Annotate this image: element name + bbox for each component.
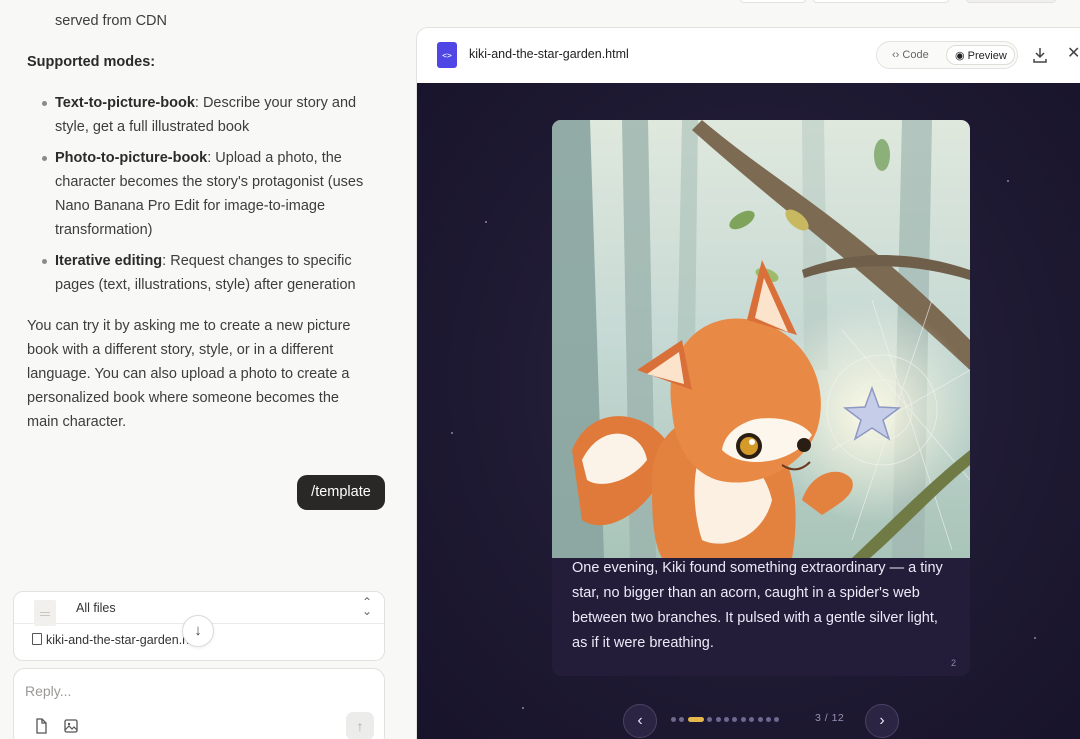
mode-item-3-line1: Iterative editing: Request changes to sp… bbox=[55, 253, 352, 269]
book-page: One evening, Kiki found something extrao… bbox=[552, 120, 970, 676]
toolbar-button[interactable] bbox=[813, 0, 949, 3]
message-text: served from CDN bbox=[55, 13, 167, 29]
story-text: One evening, Kiki found something extrao… bbox=[572, 556, 956, 656]
artifact-filename: kiki-and-the-star-garden.html bbox=[469, 47, 629, 61]
close-icon[interactable]: ✕ bbox=[1067, 43, 1080, 63]
reply-composer: Reply... bbox=[13, 668, 385, 739]
paragraph-line: main character. bbox=[27, 414, 127, 430]
tab-preview[interactable]: ◉ Preview bbox=[946, 45, 1015, 65]
page-dot-active[interactable] bbox=[687, 717, 704, 722]
eye-icon: ◉ bbox=[955, 50, 965, 62]
mode-item-3-line2: pages (text, illustrations, style) after… bbox=[55, 277, 356, 293]
artifact-preview-panel: <> kiki-and-the-star-garden.html ‹› Code… bbox=[416, 27, 1080, 739]
page-dot[interactable] bbox=[724, 717, 729, 722]
user-message-bubble: /template bbox=[297, 475, 385, 510]
page-illustration bbox=[552, 120, 970, 558]
page-dot[interactable] bbox=[749, 717, 755, 722]
page-dot[interactable] bbox=[715, 717, 721, 722]
expand-collapse-icon[interactable]: ⌃ ⌄ bbox=[362, 596, 372, 617]
page-number: 2 bbox=[950, 658, 956, 668]
background-star bbox=[485, 221, 487, 223]
background-star bbox=[1007, 180, 1009, 182]
attach-image-icon[interactable] bbox=[62, 717, 80, 735]
bullet bbox=[42, 259, 47, 264]
page-dot[interactable] bbox=[732, 717, 738, 722]
paragraph-line: personalized book where someone becomes … bbox=[27, 390, 339, 406]
page-dot[interactable] bbox=[740, 717, 746, 722]
story-line: One evening, Kiki found something extrao… bbox=[572, 560, 943, 576]
send-button[interactable]: ↑ bbox=[346, 712, 374, 739]
page-dot[interactable] bbox=[757, 717, 763, 722]
mode-item-1-line2: style, get a full illustrated book bbox=[55, 119, 250, 135]
bullet bbox=[42, 101, 47, 106]
attach-file-icon[interactable] bbox=[32, 717, 50, 735]
page-dot[interactable] bbox=[774, 717, 780, 722]
next-page-button[interactable]: › bbox=[865, 704, 899, 738]
download-icon[interactable] bbox=[1030, 45, 1050, 65]
html-file-icon: <> bbox=[437, 42, 457, 68]
preview-header: <> kiki-and-the-star-garden.html ‹› Code… bbox=[417, 28, 1080, 83]
toolbar-button[interactable] bbox=[740, 0, 806, 3]
tab-code[interactable]: ‹› Code bbox=[892, 45, 929, 65]
page-dot[interactable] bbox=[679, 717, 685, 722]
page-dot[interactable] bbox=[671, 717, 676, 722]
all-files-label: All files bbox=[76, 601, 116, 615]
background-star bbox=[522, 707, 524, 709]
paragraph-line: language. You can also upload a photo to… bbox=[27, 366, 350, 382]
reply-input[interactable]: Reply... bbox=[25, 683, 71, 699]
chat-panel: served from CDN Supported modes: Text-to… bbox=[0, 0, 410, 739]
file-list-item[interactable]: kiki-and-the-star-garden.html bbox=[32, 633, 206, 647]
story-line: between two branches. It pulsed with a g… bbox=[572, 610, 938, 626]
view-toggle: ‹› Code ◉ Preview bbox=[876, 41, 1018, 69]
mode-item-1-line1: Text-to-picture-book: Describe your stor… bbox=[55, 95, 357, 111]
mode-item-2-line4: transformation) bbox=[55, 222, 153, 238]
page-dot[interactable] bbox=[766, 717, 771, 722]
mode-item-2-line2: character becomes the story's protagonis… bbox=[55, 174, 364, 190]
paragraph-line: book with a different story, style, or i… bbox=[27, 342, 334, 358]
document-icon bbox=[34, 600, 56, 626]
background-star bbox=[451, 432, 453, 434]
mode-item-2-line1: Photo-to-picture-book: Upload a photo, t… bbox=[55, 150, 342, 166]
modes-heading: Supported modes: bbox=[27, 54, 156, 70]
file-icon bbox=[32, 633, 42, 645]
page-dot[interactable] bbox=[707, 717, 713, 722]
story-line: as if it were breathing. bbox=[572, 635, 714, 651]
paragraph-line: You can try it by asking me to create a … bbox=[27, 318, 351, 334]
toolbar-button[interactable] bbox=[966, 0, 1056, 3]
page-counter: 3 / 12 bbox=[815, 712, 845, 724]
mode-item-2-line3: Nano Banana Pro Edit for image-to-image bbox=[55, 198, 326, 214]
scroll-to-bottom-button[interactable]: ↓ bbox=[182, 615, 214, 647]
background-star bbox=[1034, 637, 1036, 639]
story-line: star, no bigger than an acorn, caught in… bbox=[572, 585, 920, 601]
previous-page-button[interactable]: ‹ bbox=[623, 704, 657, 738]
bullet bbox=[42, 156, 47, 161]
book-stage: One evening, Kiki found something extrao… bbox=[417, 83, 1080, 739]
